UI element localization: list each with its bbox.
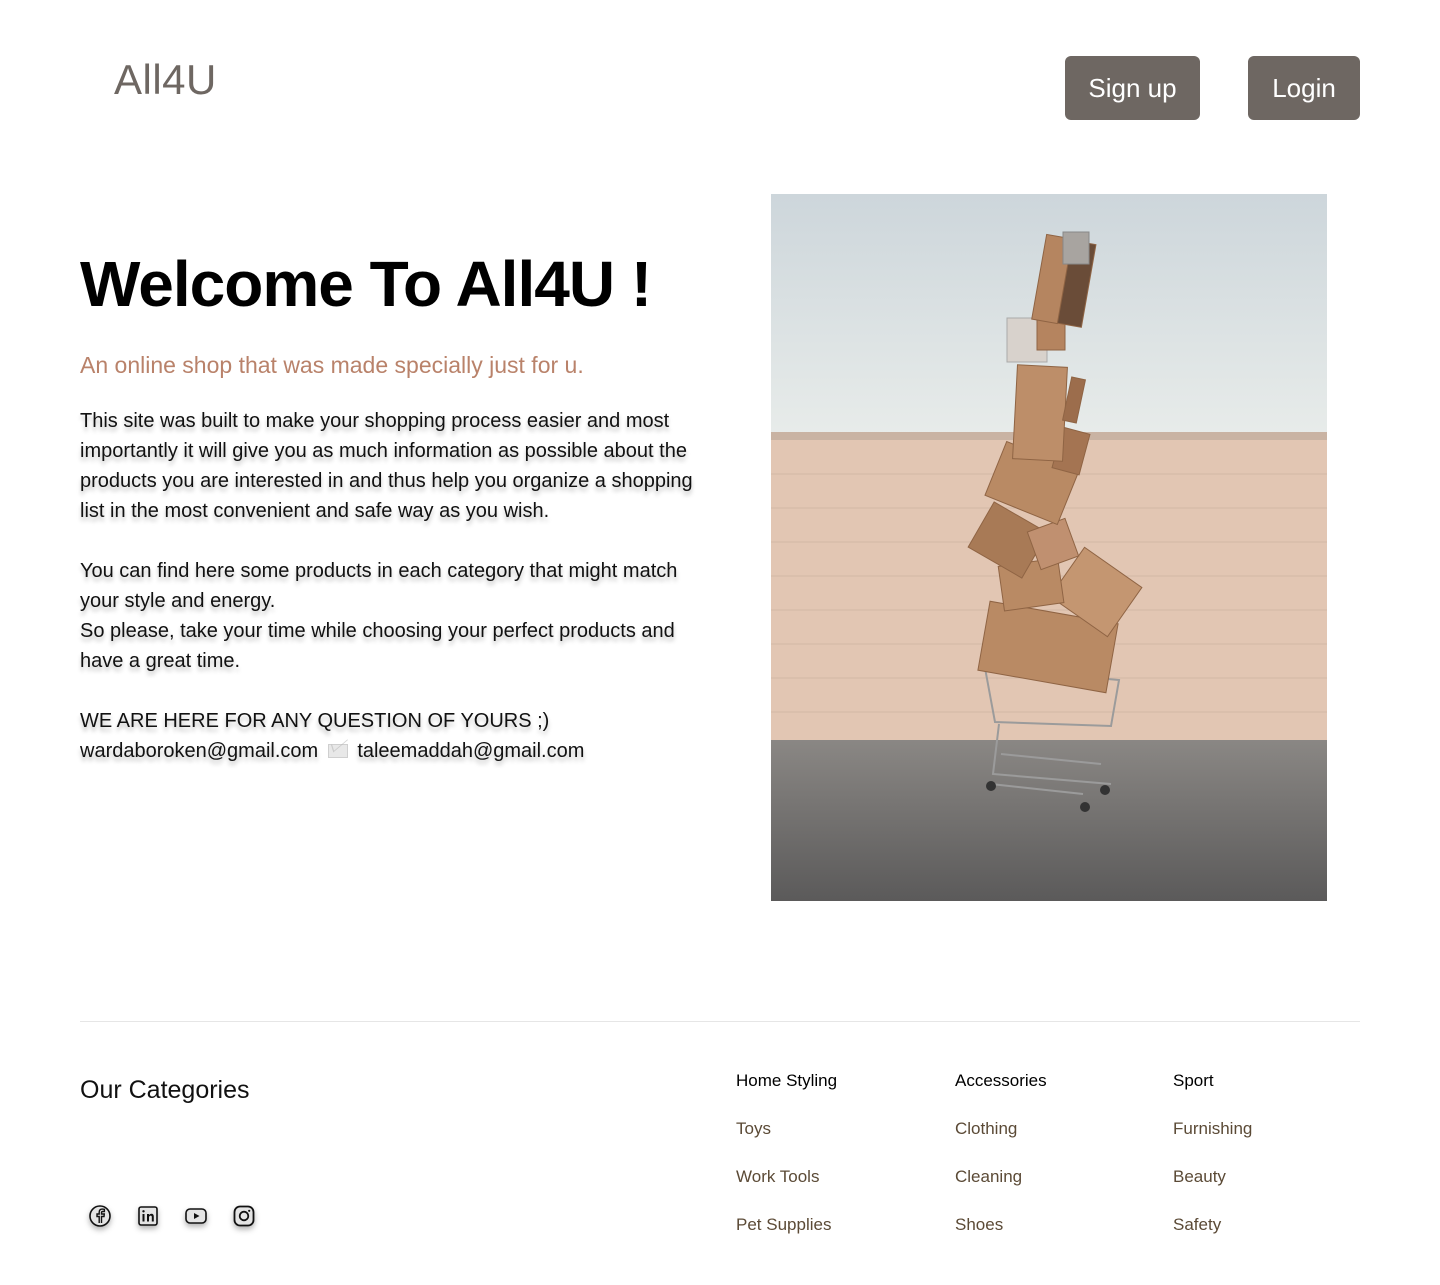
invite-paragraph: So please, take your time while choosing… <box>80 620 675 672</box>
category-column-sport: Sport Furnishing Beauty Safety <box>1173 1070 1252 1236</box>
login-button[interactable]: Login <box>1248 56 1360 120</box>
category-column-accessories: Accessories Clothing Cleaning Shoes <box>955 1070 1047 1236</box>
site-logo[interactable]: All4U <box>114 56 217 104</box>
category-link-shoes[interactable]: Shoes <box>955 1214 1047 1236</box>
hero-image <box>771 194 1327 901</box>
page-title: Welcome To All4U ! <box>80 248 652 320</box>
youtube-icon[interactable] <box>184 1204 208 1228</box>
hero-text: Welcome To All4U ! An online shop that w… <box>80 246 720 766</box>
hero-description: This site was built to make your shoppin… <box>80 406 710 766</box>
email-link-1[interactable]: wardaboroken@gmail.com <box>80 740 318 762</box>
email-link-2[interactable]: taleemaddah@gmail.com <box>357 740 584 762</box>
instagram-icon[interactable] <box>232 1204 256 1228</box>
category-link-work-tools[interactable]: Work Tools <box>736 1166 837 1188</box>
category-link-furnishing[interactable]: Furnishing <box>1173 1118 1252 1140</box>
envelope-icon <box>327 744 348 758</box>
category-paragraph: You can find here some products in each … <box>80 560 678 612</box>
category-link-clothing[interactable]: Clothing <box>955 1118 1047 1140</box>
category-link-beauty[interactable]: Beauty <box>1173 1166 1252 1188</box>
footer-title: Our Categories <box>80 1076 250 1104</box>
social-links <box>88 1204 256 1228</box>
category-heading-sport[interactable]: Sport <box>1173 1070 1252 1092</box>
contact-emails: wardaboroken@gmail.com taleemaddah@gmail… <box>80 736 710 766</box>
site-header: All4U Sign up Login <box>0 0 1440 140</box>
boxes-cart-photo-icon <box>771 194 1327 901</box>
category-link-toys[interactable]: Toys <box>736 1118 837 1140</box>
intro-paragraph: This site was built to make your shoppin… <box>80 410 693 522</box>
category-column-home-styling: Home Styling Toys Work Tools Pet Supplie… <box>736 1070 837 1236</box>
footer-divider <box>80 1021 1360 1022</box>
hero-subtitle: An online shop that was made specially j… <box>80 352 584 378</box>
facebook-icon[interactable] <box>88 1204 112 1228</box>
category-link-pet-supplies[interactable]: Pet Supplies <box>736 1214 837 1236</box>
contact-heading: WE ARE HERE FOR ANY QUESTION OF YOURS ;) <box>80 710 550 732</box>
category-link-safety[interactable]: Safety <box>1173 1214 1252 1236</box>
category-heading-home-styling[interactable]: Home Styling <box>736 1070 837 1092</box>
category-heading-accessories[interactable]: Accessories <box>955 1070 1047 1092</box>
signup-button[interactable]: Sign up <box>1065 56 1200 120</box>
category-link-cleaning[interactable]: Cleaning <box>955 1166 1047 1188</box>
linkedin-icon[interactable] <box>136 1204 160 1228</box>
